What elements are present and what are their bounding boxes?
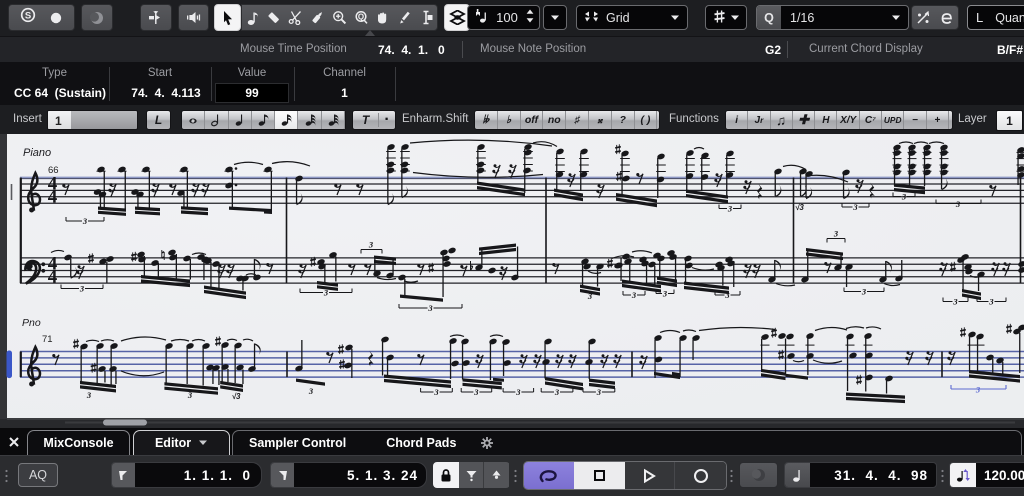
svg-text:3: 3 xyxy=(988,297,994,307)
svg-text:3: 3 xyxy=(86,390,92,400)
svg-text:3: 3 xyxy=(727,204,733,214)
svg-text:3: 3 xyxy=(861,287,867,297)
svg-text:3: 3 xyxy=(852,202,858,212)
svg-text:3: 3 xyxy=(323,288,329,298)
svg-text:3: 3 xyxy=(596,387,602,397)
svg-text:Q: Q xyxy=(358,12,364,21)
svg-text:3: 3 xyxy=(833,229,839,239)
svg-text:3: 3 xyxy=(662,289,668,299)
svg-text:3: 3 xyxy=(724,290,730,300)
svg-text:√3: √3 xyxy=(232,392,241,401)
svg-text:S: S xyxy=(24,10,30,21)
svg-text:3: 3 xyxy=(433,387,439,397)
svg-text:3: 3 xyxy=(79,284,85,294)
svg-text:4: 4 xyxy=(48,266,58,287)
svg-text:3: 3 xyxy=(187,390,193,400)
svg-text:3: 3 xyxy=(631,290,637,300)
svg-text:3: 3 xyxy=(975,385,981,395)
svg-text:3: 3 xyxy=(955,199,961,209)
svg-text:3: 3 xyxy=(368,240,374,250)
svg-text:3: 3 xyxy=(308,386,314,396)
svg-text:3: 3 xyxy=(82,216,88,226)
svg-text:3: 3 xyxy=(587,291,593,301)
svg-text:Piano: Piano xyxy=(23,147,51,159)
svg-text:71: 71 xyxy=(42,334,53,345)
svg-text:3: 3 xyxy=(473,387,479,397)
svg-text:4: 4 xyxy=(48,186,58,207)
svg-text:√3: √3 xyxy=(795,203,804,212)
svg-text:3: 3 xyxy=(554,387,560,397)
svg-text:3: 3 xyxy=(901,192,907,202)
svg-text:3: 3 xyxy=(952,297,958,307)
svg-text:3: 3 xyxy=(427,303,433,313)
svg-text:Pno: Pno xyxy=(22,317,41,329)
svg-text:3: 3 xyxy=(515,387,521,397)
